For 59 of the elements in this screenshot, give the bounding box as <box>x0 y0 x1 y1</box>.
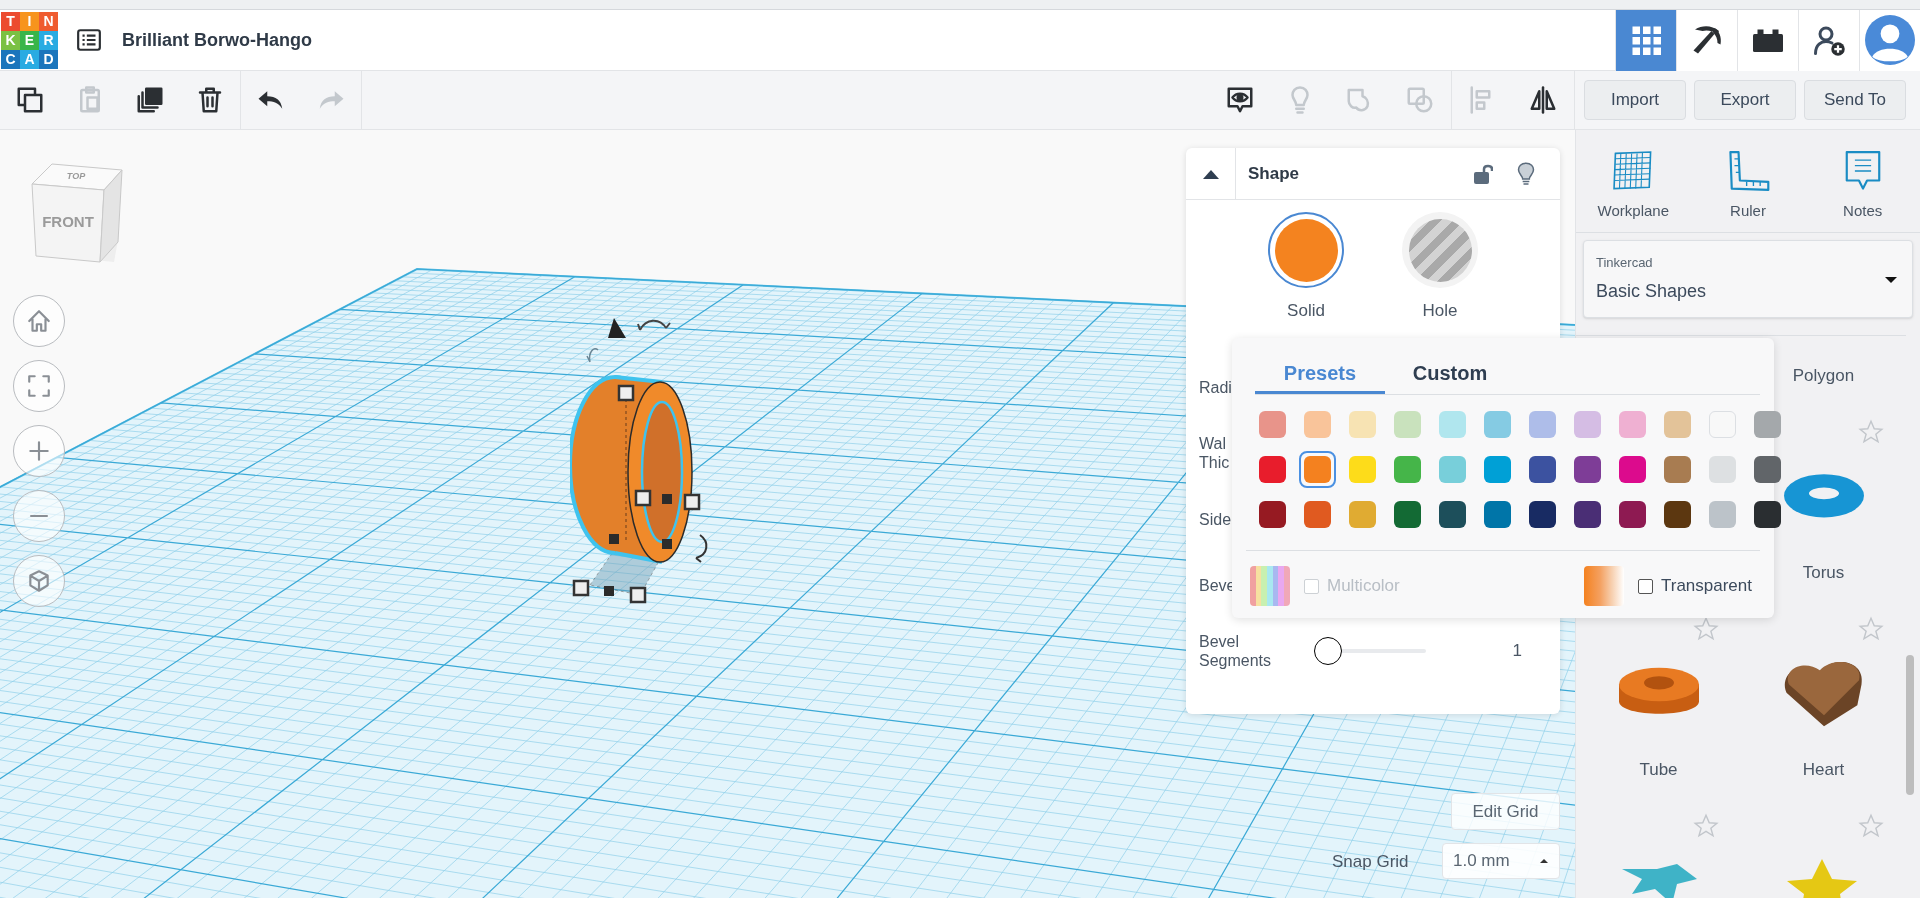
mirror-icon <box>1528 85 1558 115</box>
shape-tile[interactable]: Heart <box>1741 602 1906 799</box>
scrollbar-thumb[interactable] <box>1906 655 1914 795</box>
app-button[interactable] <box>1737 9 1798 71</box>
caret-icon <box>1539 858 1549 864</box>
color-tab[interactable]: Custom <box>1385 354 1515 394</box>
library-dropdown[interactable]: Tinkercad Basic Shapes <box>1583 240 1913 318</box>
unlock-icon[interactable] <box>1473 162 1493 185</box>
perspective-button[interactable] <box>13 555 65 607</box>
design-title[interactable]: Brilliant Borwo-Hango <box>122 26 312 54</box>
list-icon[interactable] <box>76 27 102 53</box>
favorite-star-icon[interactable] <box>1858 616 1884 642</box>
perspective-cube-icon <box>26 568 52 594</box>
avatar-icon <box>1865 15 1915 65</box>
ungroup-icon <box>1405 85 1435 115</box>
shape-tile[interactable]: Tube <box>1576 602 1741 799</box>
zoom-out-icon <box>27 514 51 518</box>
checkbox[interactable] <box>1637 578 1653 594</box>
property-value: 1 <box>1512 640 1522 663</box>
zoom-in-button[interactable] <box>13 425 65 477</box>
home-icon <box>26 308 52 334</box>
profile-button[interactable] <box>1859 9 1920 71</box>
favorite-star-icon[interactable] <box>1858 419 1884 445</box>
edit-grid-button[interactable]: Edit Grid <box>1451 793 1560 830</box>
home-button[interactable] <box>13 295 65 347</box>
app-button[interactable] <box>1798 9 1859 71</box>
color-swatch[interactable] <box>1299 451 1336 488</box>
transparent-swatch[interactable] <box>1583 566 1624 606</box>
snap-grid-dropdown[interactable]: 1.0 mm <box>1442 843 1560 879</box>
favorite-star-icon[interactable] <box>1693 813 1719 839</box>
toolbar-action-button[interactable]: Send To <box>1804 80 1906 120</box>
property-label: Wal Thic <box>1199 434 1230 472</box>
tinkercad-logo[interactable]: T I N K E R C A D <box>1 11 58 69</box>
ruler-tool-button[interactable]: Ruler <box>1690 130 1806 232</box>
multicolor-swatch[interactable] <box>1250 566 1290 606</box>
favorite-star-icon[interactable] <box>1858 813 1884 839</box>
checkbox-option[interactable]: Transparent <box>1637 573 1752 599</box>
zoom-in-icon <box>26 438 52 464</box>
property-label: Bevel Segments <box>1199 632 1272 670</box>
zoom-out-button[interactable] <box>13 490 65 542</box>
fit-view-icon <box>26 373 52 399</box>
eye-bubble-icon <box>1225 85 1255 115</box>
copy-icon <box>15 85 45 115</box>
notes-tool-button[interactable]: Notes <box>1805 130 1920 232</box>
workplane-tool-button[interactable]: Workplane <box>1576 130 1691 232</box>
fit-button[interactable] <box>13 360 65 412</box>
caret-icon <box>1884 276 1898 284</box>
toolbar-action-button[interactable]: Import <box>1584 80 1686 120</box>
duplicate-icon <box>135 85 165 115</box>
property-label: Side <box>1199 509 1232 529</box>
shape-tile[interactable]: Polygon <box>1741 336 1906 405</box>
favorite-star-icon[interactable] <box>1693 616 1719 642</box>
lightbulb-icon[interactable] <box>1516 160 1536 187</box>
snap-grid-label: Snap Grid <box>1332 851 1409 873</box>
slider-thumb[interactable] <box>1314 637 1342 665</box>
toolbar-action-button[interactable]: Export <box>1694 80 1796 120</box>
panel-title: Shape <box>1248 162 1300 185</box>
app-button[interactable] <box>1676 9 1737 71</box>
property-label: Radi <box>1199 377 1232 397</box>
